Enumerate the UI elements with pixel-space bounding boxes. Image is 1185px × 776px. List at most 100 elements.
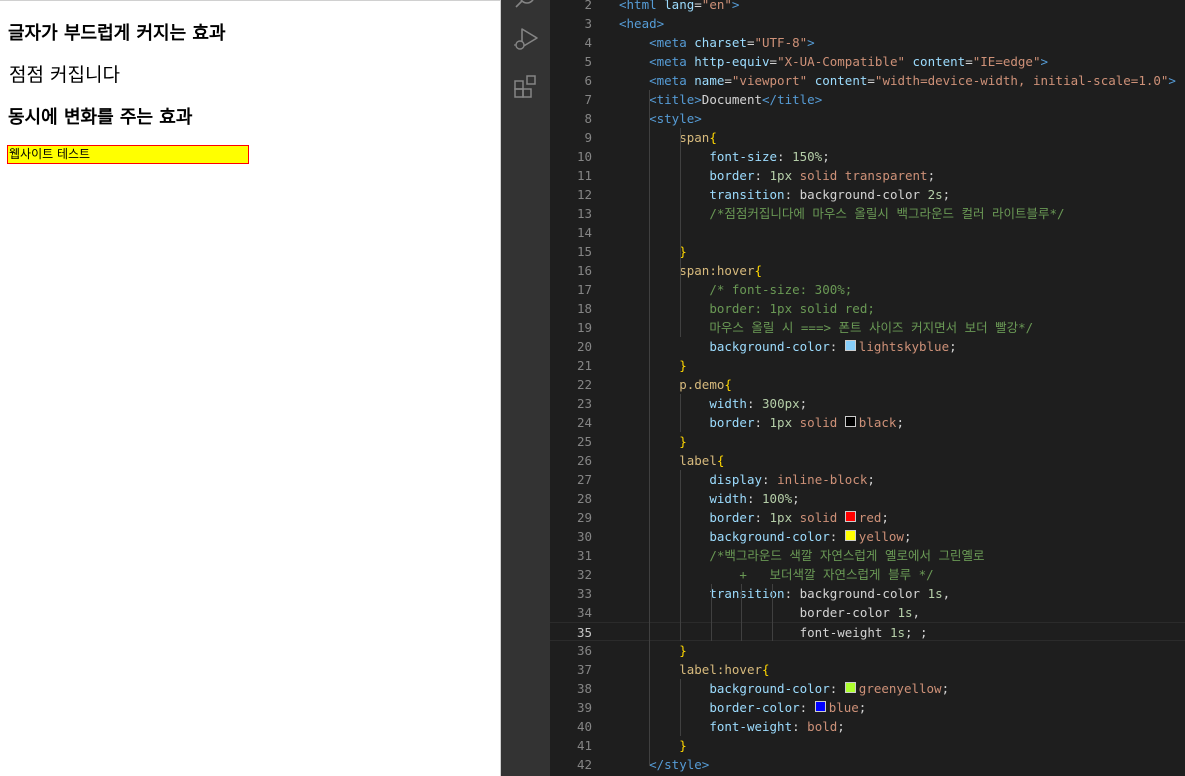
code-line[interactable]: 15 } <box>550 242 1185 261</box>
code-token: charset <box>694 35 747 50</box>
line-number: 11 <box>576 168 592 183</box>
line-number: 40 <box>576 719 592 734</box>
code-token: ; <box>822 149 830 164</box>
code-line[interactable]: 34 border-color 1s, <box>550 603 1185 622</box>
search-icon[interactable] <box>513 0 539 12</box>
code-line[interactable]: 33 transition: background-color 1s, <box>550 584 1185 603</box>
code-line[interactable]: 2 <html lang="en"> <box>550 0 1185 14</box>
code-line[interactable]: 12 transition: background-color 2s; <box>550 185 1185 204</box>
code-line[interactable]: 24 border: 1px solid black; <box>550 413 1185 432</box>
code-text: width: 300px; <box>619 394 807 413</box>
code-line[interactable]: 8 <style> <box>550 109 1185 128</box>
code-token: <title> <box>649 92 702 107</box>
code-line[interactable]: 25 } <box>550 432 1185 451</box>
grow-text-span[interactable]: 점점 커집니다 <box>9 60 120 87</box>
code-line[interactable]: 21 } <box>550 356 1185 375</box>
code-line[interactable]: 10 font-size: 150%; <box>550 147 1185 166</box>
code-line[interactable]: 31 /*백그라운드 색깔 자연스럽게 옐로에서 그린옐로 <box>550 546 1185 565</box>
color-swatch[interactable] <box>814 701 826 712</box>
code-line[interactable]: 28 width: 100%; <box>550 489 1185 508</box>
code-line[interactable]: 38 background-color: greenyellow; <box>550 679 1185 698</box>
code-line[interactable]: 26 label{ <box>550 451 1185 470</box>
line-number: 41 <box>576 738 592 753</box>
code-line[interactable]: 16 span:hover{ <box>550 261 1185 280</box>
code-token: : <box>829 339 845 354</box>
line-number: 31 <box>576 548 592 563</box>
code-token: ; <box>792 491 800 506</box>
extensions-icon[interactable] <box>513 74 539 100</box>
code-text: display: inline-block; <box>619 470 875 489</box>
code-line[interactable]: 40 font-weight: bold; <box>550 717 1185 736</box>
line-number: 29 <box>576 510 592 525</box>
code-line[interactable]: 20 background-color: lightskyblue; <box>550 337 1185 356</box>
code-token: : <box>829 529 845 544</box>
code-line[interactable]: 7 <title>Document</title> <box>550 90 1185 109</box>
code-token: > <box>807 35 815 50</box>
code-token: transition <box>709 586 785 601</box>
code-line[interactable]: 35 font-weight 1s; ; <box>550 622 1185 641</box>
code-line[interactable]: 27 display: inline-block; <box>550 470 1185 489</box>
color-swatch[interactable] <box>844 416 856 427</box>
code-token: = <box>867 73 875 88</box>
code-line[interactable]: 42 </style> <box>550 755 1185 774</box>
code-editor[interactable]: 2 <html lang="en"> 3 <head> 4 <meta charset=… <box>550 0 1185 776</box>
code-token: ; <box>903 529 912 544</box>
code-line[interactable]: 3 <head> <box>550 14 1185 33</box>
code-token: , <box>942 586 951 601</box>
code-token: blue <box>828 700 859 715</box>
code-token: : <box>746 491 763 506</box>
color-swatch[interactable] <box>844 530 856 541</box>
code-text: border: 1px solid transparent; <box>619 166 935 185</box>
color-swatch[interactable] <box>844 682 856 693</box>
line-number: 10 <box>576 149 592 164</box>
code-line[interactable]: 11 border: 1px solid transparent; <box>550 166 1185 185</box>
code-text: } <box>619 432 687 451</box>
code-line[interactable]: 6 <meta name="viewport" content="width=d… <box>550 71 1185 90</box>
code-line[interactable]: 18 border: 1px solid red; <box>550 299 1185 318</box>
line-number: 3 <box>584 16 592 31</box>
website-test-label[interactable]: 웹사이트 테스트 <box>7 145 249 164</box>
browser-preview: 글자가 부드럽게 커지는 효과 점점 커집니다 동시에 변화를 주는 효과 웹사… <box>0 0 501 776</box>
code-token: <head> <box>619 16 665 31</box>
code-token: ; <box>896 415 904 430</box>
code-token: <meta <box>649 54 695 69</box>
code-line[interactable]: 22 p.demo{ <box>550 375 1185 394</box>
code-token: span:hover <box>679 263 755 278</box>
code-line[interactable]: 19 마우스 올릴 시 ===> 폰트 사이즈 커지면서 보더 빨강*/ <box>550 318 1185 337</box>
code-line[interactable]: 29 border: 1px solid red; <box>550 508 1185 527</box>
code-line[interactable]: 37 label:hover{ <box>550 660 1185 679</box>
code-text: } <box>619 242 687 261</box>
code-line[interactable]: 41 } <box>550 736 1185 755</box>
code-line[interactable]: 32 + 보더색깔 자연스럽게 블루 */ <box>550 565 1185 584</box>
code-line[interactable]: 17 /* font-size: 300%; <box>550 280 1185 299</box>
code-line[interactable]: 14 <box>550 223 1185 242</box>
code-text: border: 1px solid red; <box>619 299 875 318</box>
code-text: <meta charset="UTF-8"> <box>619 33 815 52</box>
code-line[interactable]: 4 <meta charset="UTF-8"> <box>550 33 1185 52</box>
color-swatch[interactable] <box>844 511 856 522</box>
code-token: bold <box>807 719 838 734</box>
run-debug-icon[interactable] <box>513 26 539 52</box>
color-swatch[interactable] <box>844 340 856 351</box>
code-token: width <box>709 491 747 506</box>
code-line[interactable]: 23 width: 300px; <box>550 394 1185 413</box>
code-line[interactable]: 36 } <box>550 641 1185 660</box>
line-number: 6 <box>584 73 592 88</box>
code-line[interactable]: 5 <meta http-equiv="X-UA-Compatible" con… <box>550 52 1185 71</box>
code-line[interactable]: 9 span{ <box>550 128 1185 147</box>
code-line[interactable]: 13 /*점점커집니다에 마우스 올릴시 백그라운드 컬러 라이트블루*/ <box>550 204 1185 223</box>
code-text: <style> <box>619 109 702 128</box>
code-token: : <box>784 187 800 202</box>
code-text: /*백그라운드 색깔 자연스럽게 옐로에서 그린옐로 <box>619 546 984 565</box>
indent-guide <box>680 470 681 641</box>
code-token: = <box>724 73 732 88</box>
line-number: 2 <box>584 0 592 12</box>
code-line[interactable]: 30 background-color: yellow; <box>550 527 1185 546</box>
code-line[interactable]: 39 border-color: blue; <box>550 698 1185 717</box>
